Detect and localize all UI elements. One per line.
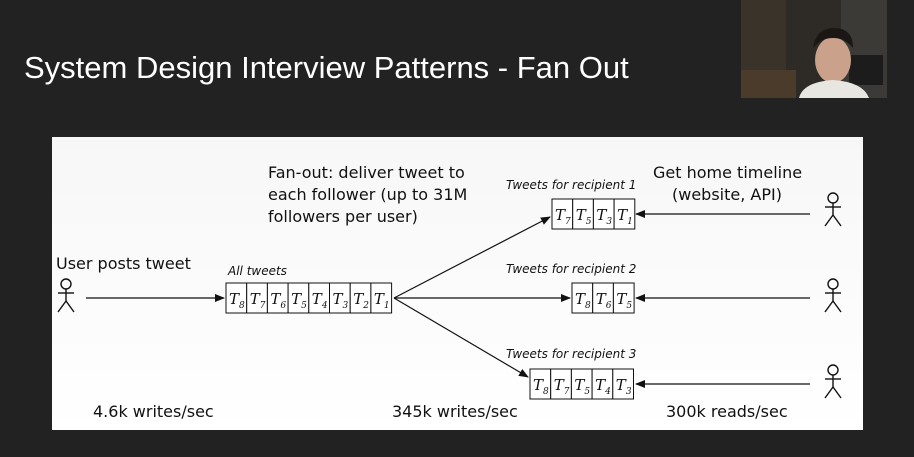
fanout-description-line-2: each follower (up to 31M	[268, 185, 467, 204]
recipient-3-queue: T8 T7 T5 T4 T3	[529, 368, 634, 400]
slide-title: System Design Interview Patterns - Fan O…	[24, 50, 629, 85]
user-posts-tweet-label: User posts tweet	[56, 254, 191, 273]
recipient-2-person-icon	[824, 278, 842, 313]
fanout-writes-stat: 345k writes/sec	[392, 402, 518, 421]
presenter-webcam-icon	[741, 0, 887, 98]
recipient-3-person-icon	[824, 364, 842, 399]
writes-in-stat: 4.6k writes/sec	[93, 402, 214, 421]
all-tweets-queue: T8 T7 T6 T5 T4 T3 T2 T1	[225, 282, 393, 314]
all-tweets-caption: All tweets	[227, 264, 287, 278]
fanout-diagram: User posts tweet Fan-out: deliver tweet …	[52, 137, 863, 430]
tweet-author-person-icon	[57, 278, 75, 313]
recipient-1-caption: Tweets for recipient 1	[506, 178, 636, 192]
recipient-1-person-icon	[824, 192, 842, 227]
fanout-arrow-recipient-3	[393, 297, 529, 378]
recipient-1-queue: T7 T5 T3 T1	[551, 198, 636, 230]
reads-stat: 300k reads/sec	[666, 402, 788, 421]
recipient-2-queue: T8 T6 T5	[571, 282, 635, 314]
timeline-description-line-1: Get home timeline	[653, 163, 802, 182]
recipient-2-caption: Tweets for recipient 2	[506, 262, 636, 276]
fanout-description-line-3: followers per user)	[268, 207, 418, 226]
timeline-description-line-2: (website, API)	[672, 185, 782, 204]
recipient-3-caption: Tweets for recipient 3	[506, 347, 636, 361]
tweet-queues: T8 T7 T6 T5 T4 T3 T2 T1 T7 T5 T3 T1 T8 T6 T5 T8 T7 T5 T4 T3	[225, 198, 636, 400]
fanout-arrow-recipient-1	[393, 216, 551, 299]
fanout-description-line-1: Fan-out: deliver tweet to	[268, 163, 465, 182]
